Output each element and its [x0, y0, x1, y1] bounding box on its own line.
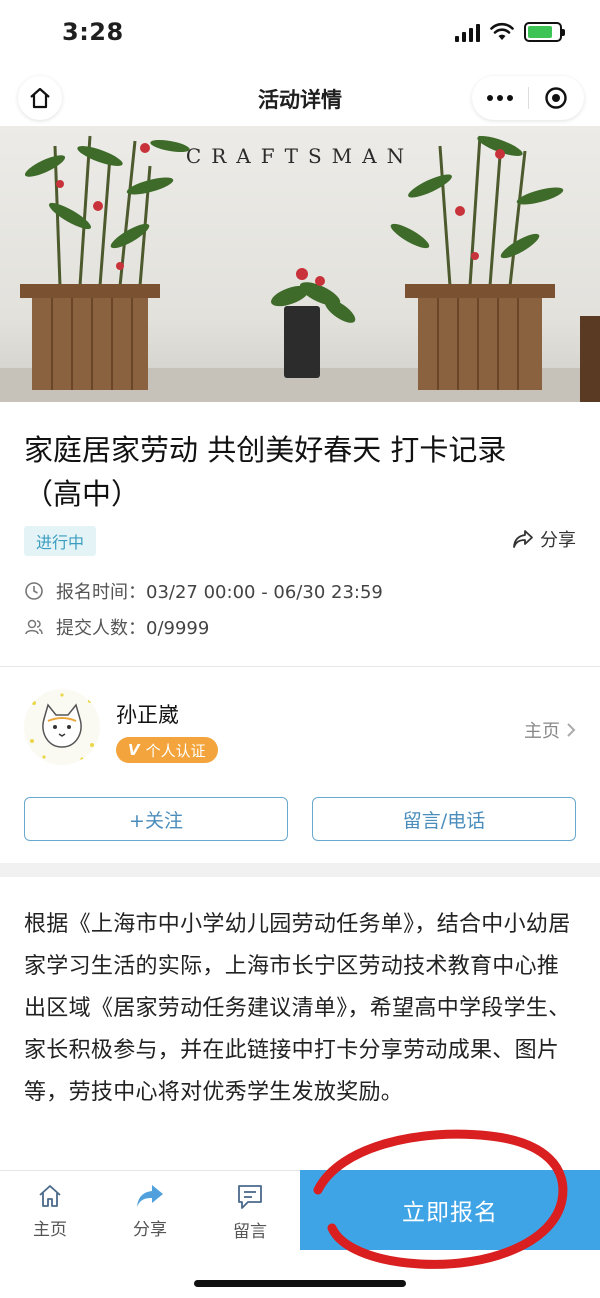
- message-phone-button[interactable]: 留言/电话: [312, 797, 576, 841]
- signup-now-button[interactable]: 立即报名: [300, 1170, 600, 1250]
- home-indicator: [194, 1280, 406, 1287]
- status-time: 3:28: [62, 18, 124, 46]
- submitters-value: 0/9999: [146, 618, 210, 639]
- status-bar: 3:28: [0, 0, 600, 70]
- people-icon: [25, 619, 43, 635]
- share-label: 分享: [540, 530, 576, 551]
- share-arrow-icon: [513, 530, 533, 548]
- battery-icon: [524, 22, 565, 42]
- wifi-icon: [490, 22, 514, 40]
- activity-description: 根据《上海市中小学幼儿园劳动任务单》，结合中小幼居家学习生活的实际，上海市长宁区…: [24, 912, 571, 1105]
- author-name: 孙正崴: [116, 703, 179, 727]
- follow-button[interactable]: +关注: [24, 797, 288, 841]
- mini-program-capsule: [472, 76, 584, 120]
- tab-home-label: 主页: [33, 1220, 67, 1240]
- tab-share[interactable]: 分享: [120, 1183, 180, 1240]
- homepage-label: 主页: [524, 721, 560, 742]
- share-arrow-icon: [137, 1185, 163, 1207]
- status-icons: [455, 22, 565, 42]
- avatar[interactable]: [24, 689, 100, 765]
- signup-time-row: 报名时间：03/27 00:00 - 06/30 23:59: [24, 578, 383, 604]
- section-gap: [0, 863, 600, 877]
- submitters-row: 提交人数：0/9999: [24, 614, 209, 640]
- share-button[interactable]: 分享: [512, 526, 576, 552]
- chevron-right-icon: [567, 723, 576, 737]
- tab-message[interactable]: 留言: [220, 1183, 280, 1242]
- tab-home[interactable]: 主页: [20, 1183, 80, 1240]
- activity-info-section: 家庭居家劳动 共创美好春天 打卡记录（高中） 进行中 分享 报名时间：03/27…: [0, 402, 600, 664]
- signup-time-value: 03/27 00:00 - 06/30 23:59: [146, 582, 383, 603]
- cellular-signal-icon: [455, 22, 480, 42]
- submitters-label: 提交人数：: [56, 618, 146, 639]
- planters-illustration: [20, 135, 600, 402]
- activity-banner-image: CRAFTSMAN: [0, 126, 600, 402]
- signup-time-label: 报名时间：: [56, 582, 146, 603]
- tab-share-label: 分享: [133, 1220, 167, 1240]
- verified-icon: V: [128, 741, 140, 759]
- message-icon: [238, 1185, 262, 1209]
- home-icon: [39, 1185, 61, 1207]
- activity-title: 家庭居家劳动 共创美好春天 打卡记录（高中）: [24, 433, 507, 511]
- author-card: 孙正崴 V 个人认证 主页 +关注 留言/电话: [0, 667, 600, 863]
- more-dots-icon[interactable]: [472, 95, 528, 101]
- clock-icon: [25, 582, 43, 600]
- author-homepage-link[interactable]: 主页: [524, 717, 576, 743]
- verification-label: 个人认证: [145, 741, 206, 760]
- target-icon[interactable]: [528, 86, 584, 110]
- tab-message-label: 留言: [233, 1222, 267, 1242]
- status-badge: 进行中: [24, 526, 97, 556]
- verification-badge: V 个人认证: [116, 737, 218, 763]
- nav-bar: 活动详情: [0, 70, 600, 126]
